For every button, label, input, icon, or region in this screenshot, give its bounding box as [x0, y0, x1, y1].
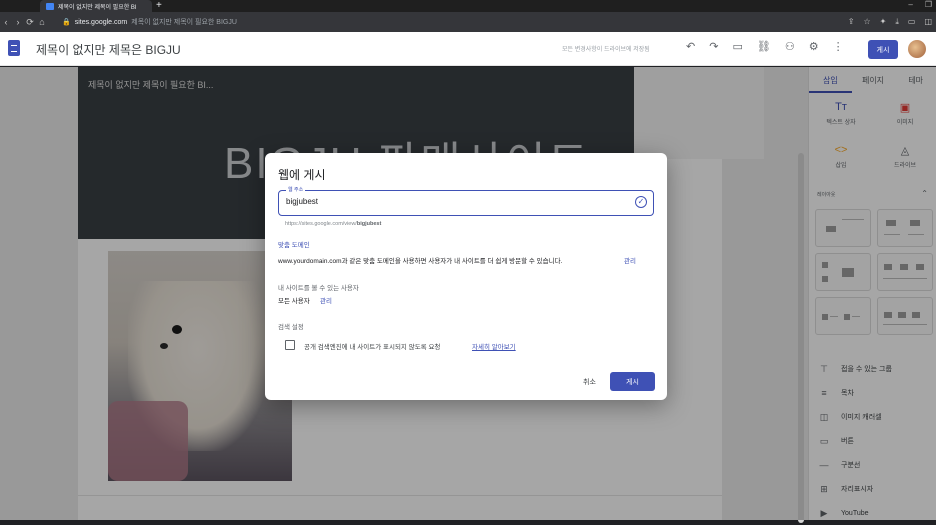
manage-viewers-link[interactable]: 관리	[320, 295, 332, 305]
extension-icons: ⇪ ☆ ✦ ⤓ ▭ ◫	[848, 17, 932, 27]
publish-button[interactable]: 게시	[610, 372, 655, 391]
home-icon[interactable]: ⌂	[36, 17, 48, 27]
download-icon[interactable]: ⤓	[895, 17, 899, 27]
viewers-header: 내 사이트를 볼 수 있는 사용자	[278, 285, 359, 292]
url-path: 제목이 없지만 제목이 필요한 BIGJU	[131, 19, 237, 26]
sites-logo-icon[interactable]	[8, 40, 20, 56]
url-field[interactable]: 🔒 sites.google.com 제목이 없지만 제목이 필요한 BIGJU	[62, 15, 802, 29]
redo-icon[interactable]: ↷	[709, 40, 718, 53]
reload-icon[interactable]: ⟳	[24, 17, 36, 28]
app-bar: 제목이 없지만 제목은 BIGJU 모든 변경사항이 드라이브에 저장됨 ↶ ↷…	[0, 32, 936, 66]
toolbar-icons: ↶ ↷ ▭ ⛓ ⚇ ⚙ ⋮	[686, 40, 844, 53]
sites-favicon-icon	[46, 2, 54, 10]
check-circle-icon: ✓	[635, 196, 647, 208]
web-address-input[interactable]	[286, 197, 616, 206]
search-settings-header: 검색 설정	[278, 324, 304, 331]
sidepanel-icon[interactable]: ◫	[924, 17, 932, 27]
share-icon[interactable]: ⇪	[848, 17, 855, 27]
url-prefix: https://sites.google.com/view/	[285, 221, 357, 227]
new-tab-button[interactable]: +	[156, 0, 162, 11]
save-status: 모든 변경사항이 드라이브에 저장됨	[562, 47, 650, 53]
manage-domain-link[interactable]: 관리	[624, 255, 636, 265]
hide-from-search-checkbox[interactable]	[285, 340, 295, 350]
site-title[interactable]: 제목이 없지만 제목은 BIGJU	[36, 41, 181, 58]
share-person-icon[interactable]: ⚇	[785, 40, 795, 53]
extension-icon[interactable]: ✦	[880, 17, 887, 27]
bookmark-icon[interactable]: ☆	[863, 17, 870, 27]
web-address-field: 웹 주소 ✓	[278, 186, 654, 216]
lock-icon: 🔒	[62, 19, 71, 26]
minimize-icon[interactable]: –	[908, 0, 912, 9]
custom-domain-description: www.yourdomain.com과 같은 맞춤 도메인을 사용하면 사용자가…	[278, 258, 563, 265]
settings-icon[interactable]: ⚙	[809, 40, 819, 53]
field-label: 웹 주소	[286, 186, 306, 193]
viewers-value: 모든 사용자	[278, 298, 310, 305]
address-bar-row: ‹ › ⟳ ⌂ 🔒 sites.google.com 제목이 없지만 제목이 필…	[0, 12, 936, 32]
checkbox-label: 공개 검색엔진에 내 사이트가 표시되지 않도록 요청	[304, 344, 441, 351]
learn-more-link[interactable]: 자세히 알아보기	[472, 341, 516, 351]
url-domain: sites.google.com	[74, 18, 128, 26]
avatar[interactable]	[908, 40, 926, 58]
more-icon[interactable]: ⋮	[833, 40, 844, 53]
tab-title: 제목이 없지만 제목이 필요한 BI	[58, 4, 137, 11]
restore-icon[interactable]: ❐	[925, 0, 932, 9]
cast-icon[interactable]: ▭	[908, 17, 916, 27]
preview-icon[interactable]: ▭	[732, 40, 742, 53]
publish-dialog: 웹에 게시 웹 주소 ✓ https://sites.google.com/vi…	[265, 153, 667, 400]
browser-tab[interactable]: 제목이 없지만 제목이 필요한 BI	[40, 0, 152, 12]
link-icon[interactable]: ⛓	[757, 40, 771, 53]
custom-domain-header: 맞춤 도메인	[278, 242, 310, 249]
url-slug: bigjubest	[356, 221, 382, 227]
cancel-button[interactable]: 취소	[583, 377, 596, 387]
forward-icon[interactable]: ›	[12, 17, 24, 27]
url-preview: https://sites.google.com/view/bigjubest	[285, 221, 381, 227]
undo-icon[interactable]: ↶	[686, 40, 695, 53]
dialog-title: 웹에 게시	[278, 168, 326, 182]
publish-top-button[interactable]: 게시	[868, 40, 898, 59]
back-icon[interactable]: ‹	[0, 17, 12, 27]
window-controls: – ❐	[908, 0, 932, 9]
browser-tab-bar: 제목이 없지만 제목이 필요한 BI + – ❐	[0, 0, 936, 12]
